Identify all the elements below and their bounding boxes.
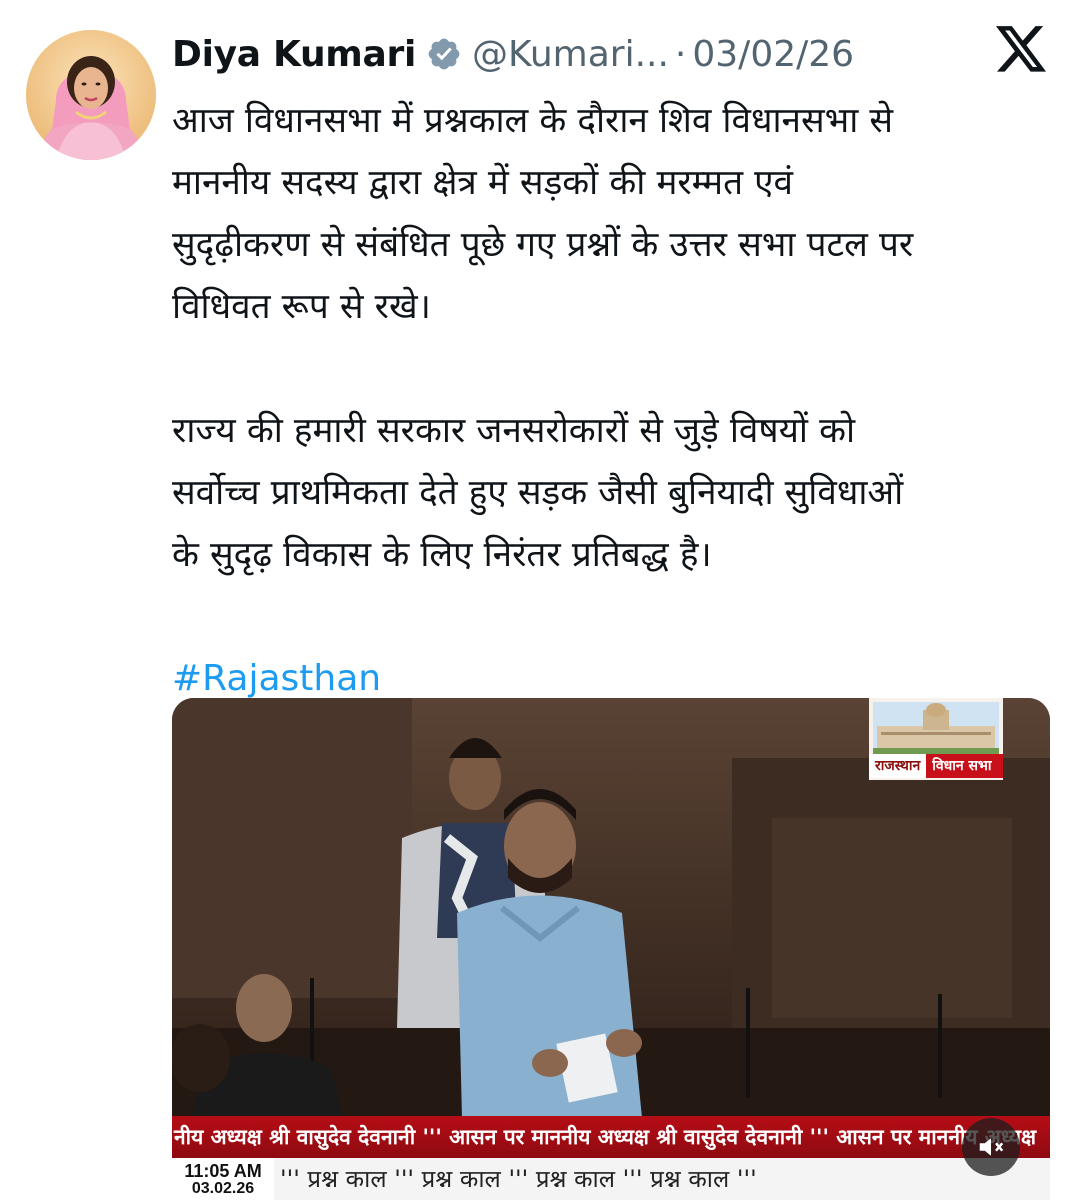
clock-time: 11:05 AM [184, 1161, 262, 1181]
logo-label-left: राजस्थान [869, 754, 927, 778]
author-handle[interactable]: @Kumari... [472, 34, 669, 75]
text-line: राज्य की हमारी सरकार जनसरोकारों से जुड़े… [172, 411, 856, 451]
x-logo-icon[interactable] [996, 26, 1048, 74]
clock-display: 11:05 AM 03.02.26 [172, 1158, 274, 1200]
text-line: सुदृढ़ीकरण से संबंधित पूछे गए प्रश्नों क… [172, 225, 914, 265]
text-line: माननीय सदस्य द्वारा क्षेत्र में सड़कों क… [172, 163, 793, 203]
tweet-card: Diya Kumari @Kumari... · 03/02/26 आज विध… [0, 0, 1075, 1200]
assembly-building-icon [873, 702, 999, 754]
text-line: आज विधानसभा में प्रश्नकाल के दौरान शिव व… [172, 101, 894, 141]
text-line: सर्वोच्च प्राथमिकता देते हुए सड़क जैसी ब… [172, 473, 904, 513]
tweet-date[interactable]: 03/02/26 [692, 34, 854, 75]
text-line: के सुदृढ़ विकास के लिए निरंतर प्रतिबद्ध … [172, 535, 712, 575]
channel-logo-label: राजस्थान विधान सभा [869, 754, 1003, 778]
tweet-header: Diya Kumari @Kumari... · 03/02/26 [172, 26, 854, 82]
bottom-crawl-bar: 11:05 AM 03.02.26 ''' प्रश्न काल ''' प्र… [172, 1158, 1050, 1200]
clock-date: 03.02.26 [191, 1180, 255, 1197]
speaker-muted-icon[interactable] [962, 1118, 1020, 1176]
text-line: विधिवत रूप से रखे। [172, 287, 431, 327]
crawl-text: ''' प्रश्न काल ''' प्रश्न काल ''' प्रश्न… [280, 1165, 757, 1193]
verified-badge-icon [426, 36, 462, 72]
logo-label-right: विधान सभा [926, 754, 1003, 778]
separator-dot: · [674, 33, 687, 75]
profile-photo-icon [26, 30, 156, 160]
tweet-text: आज विधानसभा में प्रश्नकाल के दौरान शिव व… [172, 90, 1052, 710]
author-name[interactable]: Diya Kumari [172, 34, 416, 75]
news-ticker: नीय अध्यक्ष श्री वासुदेव देवनानी ''' आसन… [172, 1116, 1050, 1158]
video-player[interactable]: राजस्थान विधान सभा नीय अध्यक्ष श्री वासु… [172, 698, 1050, 1200]
ticker-text: नीय अध्यक्ष श्री वासुदेव देवनानी ''' आसन… [174, 1125, 1037, 1149]
channel-logo: राजस्थान विधान सभा [869, 698, 1003, 780]
avatar[interactable] [26, 30, 156, 160]
